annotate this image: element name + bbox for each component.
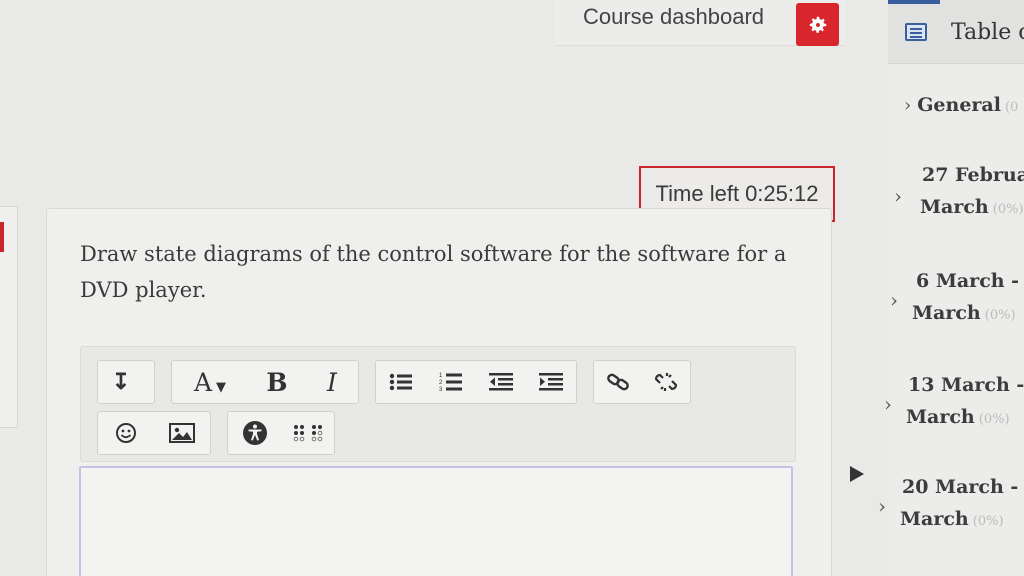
numbered-list-icon: 1 2 3 (439, 373, 462, 393)
collapse-toolbar-button[interactable]: ↧ (98, 361, 144, 403)
toc-item-progress: (0%) (992, 202, 1024, 217)
toolbar-group-links (593, 360, 691, 404)
toc-item-week-4[interactable]: › 20 March - 2 March(0%) (878, 476, 1024, 530)
list-icon[interactable] (905, 23, 927, 41)
toc-item-week-1[interactable]: › 27 Februa March (0%) (894, 164, 1024, 218)
braille-button[interactable] (281, 412, 334, 454)
chevron-right-icon: › (894, 184, 902, 208)
toc-item-label-2: March (906, 406, 975, 428)
indent-button[interactable] (526, 361, 576, 403)
outdent-button[interactable] (476, 361, 526, 403)
toolbar-group-media (97, 411, 211, 455)
mouse-pointer-icon (850, 466, 864, 482)
answer-editor[interactable] (79, 466, 793, 576)
emoji-button[interactable] (98, 412, 154, 454)
timer-label: Time left (655, 181, 740, 206)
settings-button[interactable] (796, 3, 839, 46)
gear-icon (809, 16, 826, 33)
link-button[interactable] (594, 361, 642, 403)
course-dashboard-link[interactable]: Course dashboard (583, 4, 764, 30)
toc-item-general[interactable]: › General (0 (904, 94, 1018, 116)
toc-item-progress: (0%) (984, 308, 1016, 323)
chevron-right-icon: › (904, 95, 912, 116)
font-icon: A ▼ (193, 367, 227, 397)
italic-button[interactable]: I (306, 361, 358, 403)
toc-item-label: General (917, 94, 1001, 116)
toc-item-label: 27 Februa (922, 164, 1024, 186)
toolbar-group-lists: 1 2 3 (375, 360, 577, 404)
question-text: Draw state diagrams of the control softw… (80, 242, 787, 302)
accessibility-button[interactable] (228, 412, 281, 454)
chevron-right-icon: › (878, 494, 886, 518)
svg-text:3: 3 (439, 387, 443, 393)
unlink-button[interactable] (642, 361, 690, 403)
bullet-list-icon (389, 373, 412, 391)
bold-icon: B (266, 367, 288, 397)
toc-accent (888, 0, 940, 4)
toc-item-label-2: March (920, 196, 989, 218)
image-button[interactable] (154, 412, 210, 454)
italic-icon: I (327, 367, 337, 397)
question-flag-marker (0, 222, 4, 252)
toc-title[interactable]: Table o (951, 20, 1024, 45)
toc-item-progress: (0%) (978, 412, 1010, 427)
indent-icon (539, 373, 563, 391)
svg-text:1: 1 (439, 373, 443, 379)
outdent-icon (489, 373, 513, 391)
toc-item-week-2[interactable]: › 6 March - 1 March(0%) (890, 270, 1024, 324)
ordered-list-button[interactable]: 1 2 3 (426, 361, 476, 403)
bold-button[interactable]: B (248, 361, 306, 403)
accessibility-icon (242, 421, 267, 445)
unlink-icon (654, 373, 678, 391)
toc-item-progress: (0%) (972, 514, 1004, 529)
toc-item-label-2: March (912, 302, 981, 324)
editor-toolbar: ↧ A ▼ B I 1 2 3 (80, 346, 796, 462)
toc-item-label: 13 March - 1 (908, 374, 1024, 396)
link-icon (607, 373, 629, 391)
chevron-right-icon: › (884, 392, 892, 416)
toc-item-label: 6 March - 1 (916, 270, 1024, 292)
arrow-down-icon: ↧ (111, 369, 131, 394)
toc-item-label: 20 March - 2 (902, 476, 1024, 498)
svg-text:2: 2 (439, 380, 443, 386)
chevron-right-icon: › (890, 288, 898, 312)
braille-icon (293, 425, 322, 442)
toolbar-group-accessibility (227, 411, 335, 455)
toc-item-progress: (0 (1004, 100, 1019, 115)
unordered-list-button[interactable] (376, 361, 426, 403)
font-size-button[interactable]: A ▼ (172, 361, 248, 403)
toc-item-week-3[interactable]: › 13 March - 1 March(0%) (884, 374, 1024, 428)
smiley-icon (116, 423, 136, 443)
toolbar-group-style: A ▼ B I (171, 360, 359, 404)
image-icon (169, 423, 195, 443)
toolbar-group-collapse: ↧ (97, 360, 155, 404)
timer-value: 0:25:12 (745, 181, 819, 206)
toc-item-label-2: March (900, 508, 969, 530)
